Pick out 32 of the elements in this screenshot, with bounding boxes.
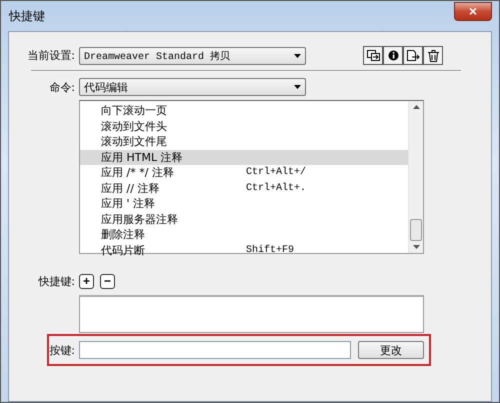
duplicate-icon[interactable]	[363, 46, 383, 65]
command-item[interactable]: 滚动到文件头	[80, 118, 408, 134]
remove-button[interactable]: −	[100, 274, 115, 289]
trash-icon[interactable]	[423, 46, 443, 65]
keypress-field[interactable]	[79, 341, 351, 359]
close-button[interactable]: ×	[454, 2, 492, 20]
keypress-label: 按键:	[49, 342, 75, 358]
command-item[interactable]: 应用 HTML 注释	[80, 150, 408, 165]
command-item[interactable]: 代码片断 Shift+F9	[80, 242, 408, 258]
change-button[interactable]: 更改	[358, 341, 424, 359]
scrollbar[interactable]	[408, 101, 423, 253]
add-button[interactable]: +	[79, 274, 94, 289]
window-title: 快捷键	[9, 8, 45, 24]
command-item[interactable]: 滚动到文件尾	[80, 134, 408, 150]
caret-icon	[294, 54, 301, 58]
command-dropdown[interactable]: 代码编辑	[79, 78, 306, 96]
setting-dropdown[interactable]: Dreamweaver Standard 拷贝	[79, 46, 306, 64]
export-icon[interactable]	[403, 46, 423, 65]
command-item[interactable]: 应用 // 注释 Ctrl+Alt+.	[80, 180, 408, 196]
shortcut-label: 快捷键:	[37, 274, 75, 289]
scroll-down-icon[interactable]	[412, 245, 420, 249]
setting-label: 当前设置:	[26, 48, 75, 63]
command-item[interactable]: 应用 ' 注释	[80, 196, 408, 212]
scroll-thumb[interactable]	[410, 219, 422, 241]
command-item[interactable]: 应用服务器注释	[80, 212, 408, 227]
command-item[interactable]: 删除注释	[80, 227, 408, 242]
caret-icon	[294, 85, 301, 89]
command-item[interactable]: 向下滚动一页	[80, 103, 408, 118]
command-item[interactable]: 应用 /* */ 注释 Ctrl+Alt+/	[80, 165, 408, 180]
command-label: 命令:	[48, 80, 75, 94]
scroll-up-icon[interactable]	[412, 105, 420, 109]
info-icon[interactable]	[383, 46, 403, 65]
